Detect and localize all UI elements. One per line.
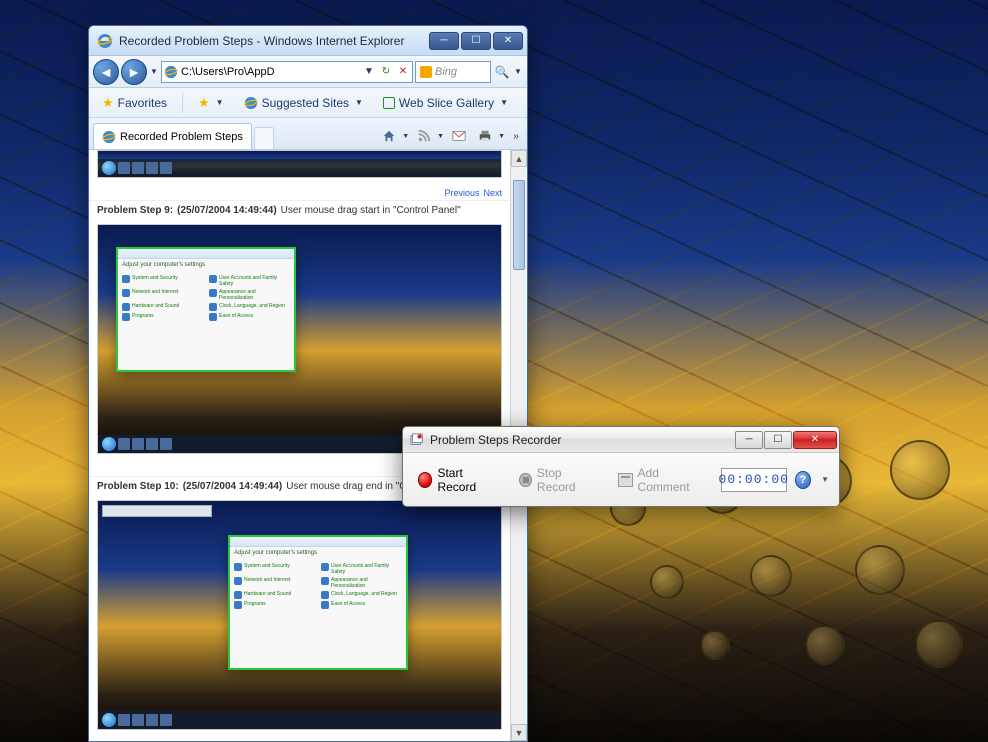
favorites-label: Favorites xyxy=(118,96,167,110)
feeds-button[interactable] xyxy=(413,125,435,147)
stop-icon[interactable]: ✕ xyxy=(396,65,410,79)
star-icon: ★ xyxy=(102,95,114,111)
separator xyxy=(182,93,183,113)
ie-window-title: Recorded Problem Steps - Windows Interne… xyxy=(119,34,427,48)
search-dropdown[interactable]: ▼ xyxy=(513,67,523,76)
maximize-button[interactable]: ☐ xyxy=(461,32,491,50)
comment-icon xyxy=(618,473,632,487)
print-button[interactable] xyxy=(474,125,496,147)
bing-icon xyxy=(420,66,432,78)
psr-app-icon xyxy=(409,432,425,448)
add-comment-label: Add Comment xyxy=(638,466,706,494)
step-description: User mouse drag start in "Control Panel" xyxy=(281,205,461,216)
step-screenshot[interactable]: Adjust your computer's settings System a… xyxy=(97,224,502,454)
cp-heading: Adjust your computer's settings xyxy=(230,547,406,559)
psr-window: Problem Steps Recorder ─ ☐ ✕ Start Recor… xyxy=(402,426,840,507)
step-timestamp: (25/07/2004 14:49:44) xyxy=(177,205,277,216)
ie-titlebar[interactable]: Recorded Problem Steps - Windows Interne… xyxy=(89,26,527,56)
add-favorite-button[interactable]: ★▼ xyxy=(191,92,231,114)
ie-logo-icon xyxy=(97,33,113,49)
feeds-dropdown[interactable]: ▼ xyxy=(437,133,444,140)
step-screenshot[interactable]: Adjust your computer's settings System a… xyxy=(97,500,502,730)
close-button[interactable]: ✕ xyxy=(793,431,837,449)
maximize-button[interactable]: ☐ xyxy=(764,431,792,449)
toolbar-overflow[interactable]: » xyxy=(509,131,523,142)
start-record-label: Start Record xyxy=(437,466,497,494)
scroll-up-button[interactable]: ▲ xyxy=(511,150,527,167)
ie-logo-icon xyxy=(102,130,116,144)
ie-favorites-bar: ★ Favorites ★▼ Suggested Sites▼ Web Slic… xyxy=(89,88,527,118)
star-add-icon: ★ xyxy=(198,95,210,111)
back-button[interactable]: ◄ xyxy=(93,59,119,85)
new-tab-button[interactable] xyxy=(254,127,274,149)
address-text: C:\Users\Pro\AppD xyxy=(181,66,359,78)
minimize-button[interactable]: ─ xyxy=(735,431,763,449)
next-link[interactable]: Next xyxy=(483,740,502,741)
tab-label: Recorded Problem Steps xyxy=(120,131,243,143)
stop-record-button: Stop Record xyxy=(512,461,603,499)
minimize-button[interactable]: ─ xyxy=(429,32,459,50)
home-dropdown[interactable]: ▼ xyxy=(402,133,409,140)
step-block-partial: Previous Next xyxy=(89,150,510,201)
stop-icon xyxy=(519,473,532,487)
scroll-down-button[interactable]: ▼ xyxy=(511,724,527,741)
help-button[interactable]: ? xyxy=(795,471,811,489)
search-button[interactable]: 🔍 xyxy=(493,61,511,83)
step-timestamp: (25/07/2004 14:49:44) xyxy=(183,481,283,492)
prev-link[interactable]: Previous xyxy=(444,188,479,198)
suggested-sites-link[interactable]: Suggested Sites▼ xyxy=(237,93,370,113)
step-screenshot[interactable] xyxy=(97,150,502,178)
read-mail-button[interactable] xyxy=(448,125,470,147)
step-block-10: Problem Step 10: (25/07/2004 14:49:44) U… xyxy=(89,477,510,741)
home-button[interactable] xyxy=(378,125,400,147)
start-record-button[interactable]: Start Record xyxy=(411,461,504,499)
psr-toolbar: Start Record Stop Record Add Comment 00:… xyxy=(403,453,839,506)
ie-navbar: ◄ ► ▼ C:\Users\Pro\AppD ▼ ↻ ✕ Bing 🔍 ▼ xyxy=(89,56,527,88)
forward-button[interactable]: ► xyxy=(121,59,147,85)
nav-history-dropdown[interactable]: ▼ xyxy=(149,67,159,76)
ie-logo-icon xyxy=(244,96,258,110)
favorites-button[interactable]: ★ Favorites xyxy=(95,92,174,114)
print-dropdown[interactable]: ▼ xyxy=(498,133,505,140)
ie-window: Recorded Problem Steps - Windows Interne… xyxy=(88,25,528,742)
chevron-down-icon[interactable]: ▼ xyxy=(362,65,376,79)
psr-titlebar[interactable]: Problem Steps Recorder ─ ☐ ✕ xyxy=(403,427,839,453)
address-bar[interactable]: C:\Users\Pro\AppD ▼ ↻ ✕ xyxy=(161,61,413,83)
suggested-sites-label: Suggested Sites xyxy=(262,96,349,110)
ie-logo-icon xyxy=(164,65,178,79)
refresh-icon[interactable]: ↻ xyxy=(379,65,393,79)
timer-display: 00:00:00 xyxy=(721,468,787,492)
search-box[interactable]: Bing xyxy=(415,61,491,83)
next-link[interactable]: Next xyxy=(483,188,502,198)
record-icon xyxy=(418,472,432,488)
search-placeholder: Bing xyxy=(435,66,457,78)
step-label: Problem Step 10: xyxy=(97,481,179,492)
web-slice-link[interactable]: Web Slice Gallery▼ xyxy=(376,93,515,113)
webslice-icon xyxy=(383,97,395,109)
psr-window-title: Problem Steps Recorder xyxy=(430,433,734,447)
prev-link[interactable]: Previous xyxy=(444,740,479,741)
ie-tab-bar: Recorded Problem Steps ▼ ▼ ▼ » xyxy=(89,118,527,150)
step-label: Problem Step 9: xyxy=(97,205,173,216)
tab-recorded-steps[interactable]: Recorded Problem Steps xyxy=(93,123,252,149)
cp-heading: Adjust your computer's settings xyxy=(118,259,294,271)
stop-record-label: Stop Record xyxy=(537,466,596,494)
web-slice-label: Web Slice Gallery xyxy=(399,96,494,110)
options-dropdown[interactable]: ▼ xyxy=(819,475,831,484)
scroll-thumb[interactable] xyxy=(513,180,525,270)
add-comment-button: Add Comment xyxy=(611,461,713,499)
close-button[interactable]: ✕ xyxy=(493,32,523,50)
